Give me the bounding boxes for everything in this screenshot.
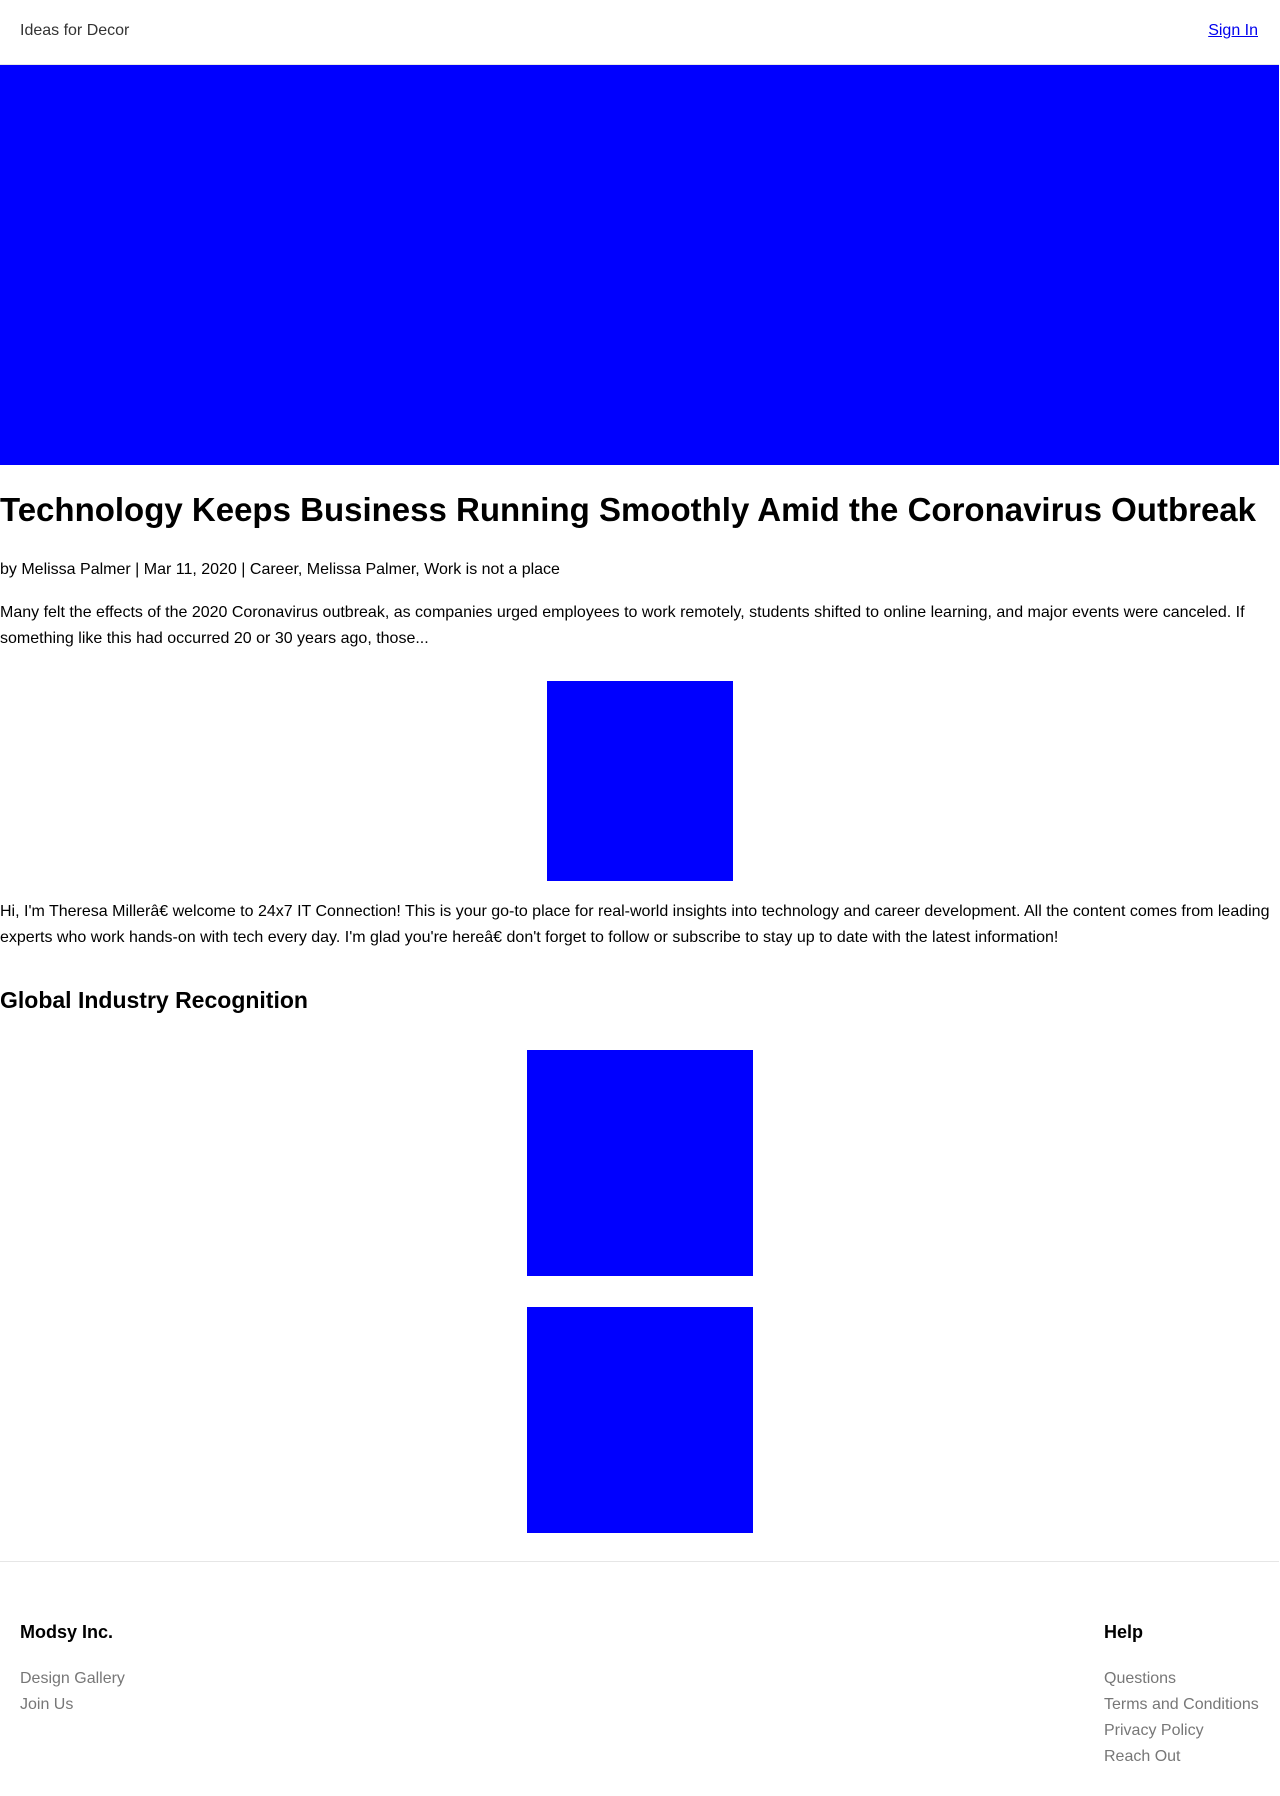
site-header: Ideas for Decor Sign In	[0, 0, 1279, 65]
footer-link-questions[interactable]: Questions	[1104, 1666, 1259, 1692]
recognition-badge-2-fill	[527, 1307, 753, 1533]
footer-link-design-gallery[interactable]: Design Gallery	[20, 1666, 125, 1692]
site-footer: Modsy Inc. Design Gallery Join Us Help Q…	[0, 1561, 1279, 1796]
site-brand[interactable]: Ideas for Decor	[20, 22, 129, 40]
footer-heading-help: Help	[1104, 1622, 1144, 1642]
author-bio: Hi, I'm Theresa Millerâ€ welcome to 24x7…	[0, 903, 1270, 946]
page: Ideas for Decor Sign In Technology Keeps…	[0, 0, 1280, 1796]
footer-link-reach-out[interactable]: Reach Out	[1104, 1744, 1259, 1770]
article-title: Technology Keeps Business Running Smooth…	[0, 491, 1256, 528]
footer-link-join-us[interactable]: Join Us	[20, 1692, 125, 1718]
recognition-title: Global Industry Recognition	[0, 987, 308, 1013]
author-image	[547, 681, 733, 881]
article-excerpt: Many felt the effects of the 2020 Corona…	[0, 604, 1245, 647]
footer-link-terms[interactable]: Terms and Conditions	[1104, 1692, 1259, 1718]
recognition-badge-1-fill	[527, 1050, 753, 1276]
recognition-badge-1	[527, 1050, 753, 1276]
recognition-badge-2	[527, 1307, 753, 1533]
footer-link-privacy[interactable]: Privacy Policy	[1104, 1718, 1259, 1744]
footer-heading-company: Modsy Inc.	[20, 1622, 114, 1642]
author-image-fill	[547, 681, 733, 881]
hero-image-fill	[0, 65, 1279, 465]
sign-in-link[interactable]: Sign In	[1208, 22, 1258, 40]
footer-links-company: Design Gallery Join Us	[20, 1666, 125, 1718]
hero-image	[0, 65, 1279, 465]
footer-links-help: Questions Terms and Conditions Privacy P…	[1104, 1666, 1259, 1770]
article-meta: by Melissa Palmer | Mar 11, 2020 | Caree…	[0, 561, 560, 578]
